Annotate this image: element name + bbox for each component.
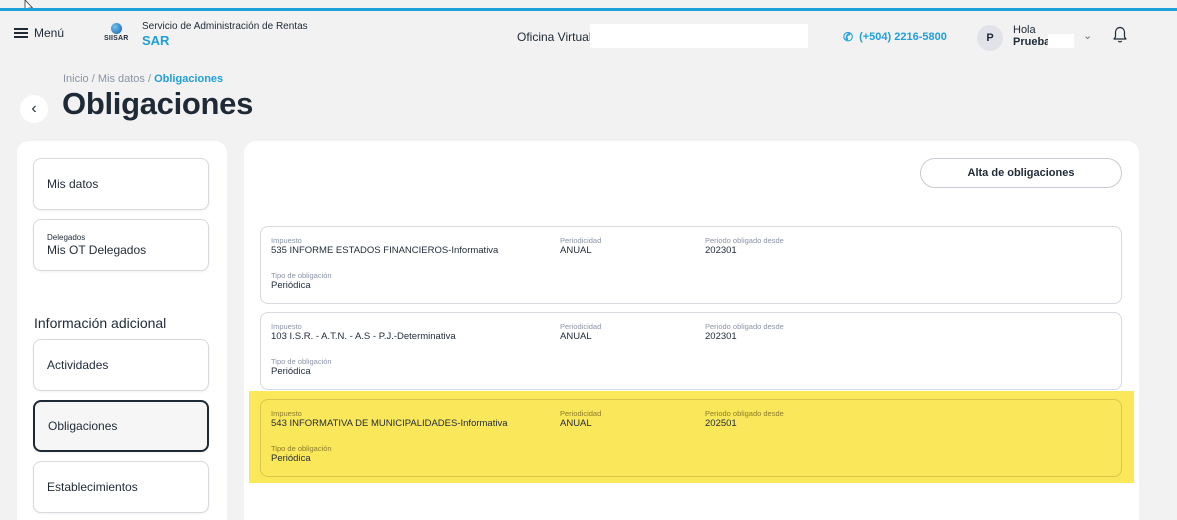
top-header: Menú SIISAR Servicio de Administración d…: [0, 11, 1177, 61]
sidebar-item-mis-datos[interactable]: Mis datos: [33, 158, 209, 210]
field-value: 543 INFORMATIVA DE MUNICIPALIDADES-Infor…: [271, 418, 508, 429]
field-label: Periodo obligado desde: [705, 322, 784, 331]
periodo-field: Periodo obligado desde 202501: [705, 409, 784, 429]
impuesto-field: Impuesto 103 I.S.R. - A.T.N. - A.S - P.J…: [271, 322, 456, 342]
section-title: Información adicional: [34, 315, 167, 331]
field-value: 535 INFORME ESTADOS FINANCIEROS-Informat…: [271, 245, 499, 256]
logo-text: SIISAR: [104, 35, 129, 42]
breadcrumb-current: Obligaciones: [154, 73, 224, 85]
user-greeting[interactable]: Hola Prueba: [1013, 24, 1050, 48]
field-value: Periódica: [271, 453, 311, 464]
tipo-field: Tipo de obligación Periódica: [271, 271, 332, 291]
periodo-field: Periodo obligado desde 202301: [705, 236, 784, 256]
sidebar-item-obligaciones[interactable]: Obligaciones: [33, 400, 209, 452]
field-label: Tipo de obligación: [271, 357, 332, 366]
chevron-left-icon: ‹: [31, 100, 37, 117]
field-value: Periódica: [271, 280, 311, 291]
sidebar-item-label: Actividades: [47, 358, 109, 372]
field-label: Tipo de obligación: [271, 444, 332, 453]
sidebar-item-label: Mis datos: [47, 177, 99, 191]
tipo-field: Tipo de obligación Periódica: [271, 444, 332, 464]
obligation-card[interactable]: Impuesto 103 I.S.R. - A.T.N. - A.S - P.J…: [260, 312, 1122, 390]
impuesto-field: Impuesto 543 INFORMATIVA DE MUNICIPALIDA…: [271, 409, 508, 429]
sar-logo[interactable]: SIISAR: [104, 23, 129, 42]
avatar[interactable]: P: [977, 25, 1003, 51]
main-panel: Alta de obligaciones Impuesto 535 INFORM…: [244, 141, 1139, 520]
field-value: 202301: [705, 331, 737, 342]
field-label: Tipo de obligación: [271, 271, 332, 280]
periodicidad-field: Periodicidad ANUAL: [560, 236, 601, 256]
phone-number: (+504) 2216-5800: [859, 31, 947, 43]
field-value: ANUAL: [560, 331, 592, 342]
sidebar: Mis datos Delegados Mis OT Delegados Inf…: [17, 141, 227, 520]
brand-name: SAR: [142, 33, 170, 48]
periodo-field: Periodo obligado desde 202301: [705, 322, 784, 342]
phone-icon: ✆: [843, 30, 854, 44]
sidebar-item-label: Obligaciones: [48, 419, 118, 433]
field-value: ANUAL: [560, 245, 592, 256]
sidebar-item-actividades[interactable]: Actividades: [33, 339, 209, 391]
alta-obligaciones-button[interactable]: Alta de obligaciones: [920, 158, 1122, 188]
sidebar-item-caption: Delegados: [47, 233, 86, 242]
field-value: 103 I.S.R. - A.T.N. - A.S - P.J.-Determi…: [271, 331, 456, 342]
sidebar-item-delegados[interactable]: Delegados Mis OT Delegados: [33, 219, 209, 271]
impuesto-field: Impuesto 535 INFORME ESTADOS FINANCIEROS…: [271, 236, 498, 256]
user-name-redacted-box: [1048, 34, 1074, 48]
hamburger-icon: [14, 28, 28, 38]
page-title: Obligaciones: [62, 86, 254, 121]
field-label: Impuesto: [271, 236, 302, 245]
field-value: 202301: [705, 245, 737, 256]
periodicidad-field: Periodicidad ANUAL: [560, 409, 601, 429]
field-label: Periodicidad: [560, 409, 602, 418]
user-name: Prueba: [1013, 36, 1051, 48]
field-label: Periodo obligado desde: [705, 409, 784, 418]
phone-link[interactable]: ✆ (+504) 2216-5800: [843, 30, 947, 44]
periodicidad-field: Periodicidad ANUAL: [560, 322, 601, 342]
breadcrumb-path[interactable]: Inicio / Mis datos /: [63, 73, 154, 85]
chevron-down-icon[interactable]: ⌄: [1083, 29, 1092, 42]
field-label: Periodo obligado desde: [705, 236, 784, 245]
office-redacted-box: [590, 24, 808, 48]
sidebar-item-establecimientos[interactable]: Establecimientos: [33, 461, 209, 513]
obligation-card[interactable]: Impuesto 535 INFORME ESTADOS FINANCIEROS…: [260, 226, 1122, 304]
greeting-label: Hola: [1013, 24, 1036, 36]
brand-subtitle: Servicio de Administración de Rentas: [142, 21, 308, 32]
breadcrumb: Inicio / Mis datos / Obligaciones: [63, 73, 223, 85]
menu-label: Menú: [34, 26, 65, 40]
globe-logo-icon: [110, 23, 122, 34]
back-button[interactable]: ‹: [20, 95, 48, 123]
bell-icon[interactable]: [1112, 26, 1128, 44]
field-label: Impuesto: [271, 322, 302, 331]
sidebar-item-label: Establecimientos: [47, 480, 138, 494]
sidebar-item-label: Mis OT Delegados: [47, 243, 147, 257]
office-title: Oficina Virtual: [517, 30, 592, 44]
tipo-field: Tipo de obligación Periódica: [271, 357, 332, 377]
field-label: Periodicidad: [560, 322, 602, 331]
obligation-card-highlighted[interactable]: Impuesto 543 INFORMATIVA DE MUNICIPALIDA…: [260, 399, 1122, 477]
field-label: Periodicidad: [560, 236, 602, 245]
field-value: 202501: [705, 418, 737, 429]
field-value: Periódica: [271, 366, 311, 377]
field-value: ANUAL: [560, 418, 592, 429]
brand: Servicio de Administración de Rentas SAR: [142, 21, 308, 48]
menu-button[interactable]: Menú: [14, 26, 64, 40]
field-label: Impuesto: [271, 409, 302, 418]
